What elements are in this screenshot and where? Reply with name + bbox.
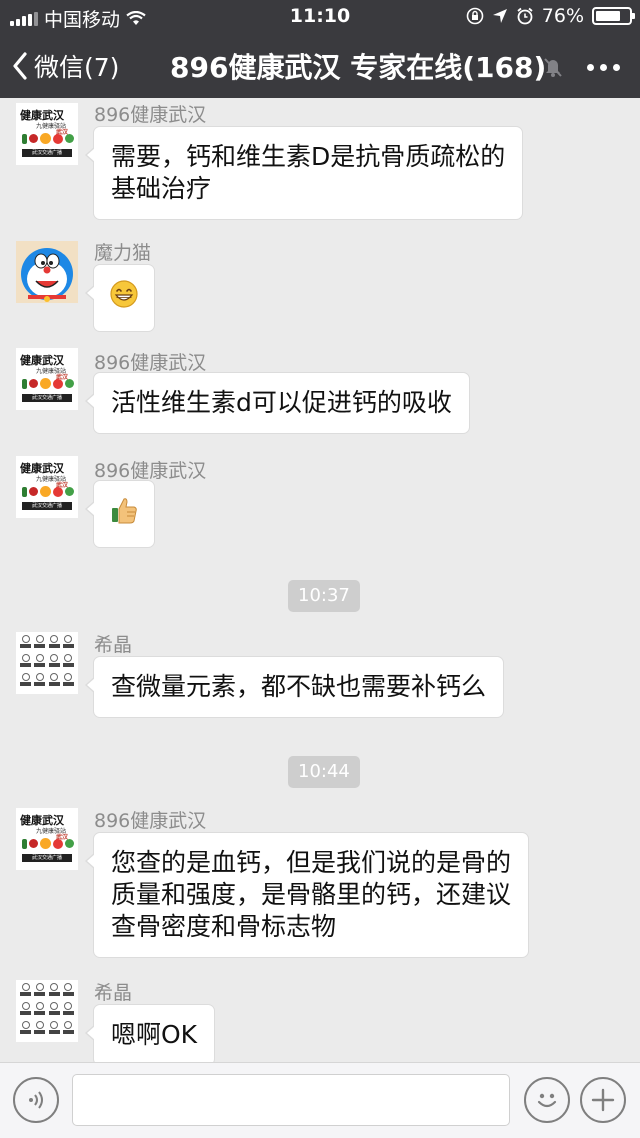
sender-name: 896健康武汉 bbox=[94, 810, 207, 832]
message-line: 您查的是血钙，但是我们说的是骨的 bbox=[111, 848, 512, 877]
status-bar: 中国移动 11:10 76% bbox=[0, 0, 640, 34]
more-button[interactable] bbox=[587, 64, 620, 71]
avatar[interactable]: 健康武汉 九健康驿站 武汉 武汉交通广播 bbox=[16, 103, 78, 165]
plus-icon bbox=[591, 1088, 615, 1112]
battery-percent: 76% bbox=[541, 5, 584, 27]
message-bubble[interactable]: 活性维生素d可以促进钙的吸收 bbox=[85, 372, 470, 434]
message-line: 需要，钙和维生素D是抗骨质疏松的 bbox=[111, 142, 506, 171]
emoji-icon bbox=[537, 1093, 557, 1108]
mute-bell-icon bbox=[544, 58, 562, 77]
message-bubble[interactable] bbox=[85, 480, 155, 548]
message-line: 查骨密度和骨标志物 bbox=[111, 912, 337, 941]
add-button[interactable] bbox=[580, 1077, 626, 1123]
status-right: 76% bbox=[466, 5, 635, 27]
input-bar bbox=[0, 1062, 640, 1138]
message-bubble[interactable]: 需要，钙和维生素D是抗骨质疏松的 基础治疗 bbox=[84, 126, 524, 220]
rotation-lock-icon bbox=[466, 7, 484, 25]
message-bubble[interactable]: 您查的是血钙，但是我们说的是骨的 质量和强度，是骨骼里的钙，还建议 查骨密度和骨… bbox=[84, 832, 530, 958]
alarm-icon bbox=[517, 7, 533, 25]
sender-name: 896健康武汉 bbox=[94, 460, 207, 482]
thumbs-up-emoji-icon bbox=[112, 498, 137, 524]
location-icon bbox=[492, 9, 507, 23]
avatar[interactable] bbox=[16, 980, 78, 1042]
message-line: 基础治疗 bbox=[111, 174, 212, 203]
battery-icon bbox=[592, 7, 635, 25]
avatar[interactable] bbox=[16, 241, 78, 303]
message-input[interactable] bbox=[72, 1074, 510, 1126]
message-bubble[interactable]: 嗯啊OK bbox=[84, 1004, 216, 1062]
battery-fill bbox=[596, 11, 621, 21]
nav-bar: 微信(7) 896健康武汉 专家在线(168) bbox=[0, 34, 640, 98]
back-label: 微信(7) bbox=[34, 53, 120, 82]
chevron-left-icon bbox=[13, 52, 27, 80]
back-button[interactable]: 微信(7) bbox=[12, 48, 119, 84]
grin-emoji-icon bbox=[110, 280, 138, 308]
doraemon-icon bbox=[16, 241, 78, 303]
time-divider: 10:44 bbox=[288, 756, 360, 788]
sender-name: 希晶 bbox=[94, 634, 133, 656]
voice-icon bbox=[29, 1091, 43, 1109]
avatar[interactable]: 健康武汉 九健康驿站 武汉 武汉交通广播 bbox=[16, 456, 78, 518]
message-line: 查微量元素，都不缺也需要补钙么 bbox=[111, 672, 487, 701]
sender-name: 896健康武汉 bbox=[94, 104, 207, 126]
emoji-button[interactable] bbox=[524, 1077, 570, 1123]
chat-title: 896健康武汉 专家在线(168) bbox=[170, 51, 547, 84]
avatar[interactable] bbox=[16, 632, 78, 694]
sender-name: 896健康武汉 bbox=[94, 352, 207, 374]
time-divider: 10:37 bbox=[288, 580, 360, 612]
avatar[interactable]: 健康武汉 九健康驿站 武汉 武汉交通广播 bbox=[16, 808, 78, 870]
more-icon bbox=[587, 64, 594, 71]
message-line: 质量和强度，是骨骼里的钙，还建议 bbox=[111, 880, 512, 909]
voice-button[interactable] bbox=[13, 1077, 59, 1123]
avatar[interactable]: 健康武汉 九健康驿站 武汉 武汉交通广播 bbox=[16, 348, 78, 410]
message-bubble[interactable] bbox=[85, 264, 155, 332]
message-bubble[interactable]: 查微量元素，都不缺也需要补钙么 bbox=[84, 656, 505, 718]
sender-name: 希晶 bbox=[94, 982, 133, 1004]
chat-area[interactable]: 健康武汉 九健康驿站 武汉 武汉交通广播 896健康武汉 需要，钙和维生素D是抗… bbox=[0, 98, 640, 1062]
message-line: 嗯啊OK bbox=[111, 1020, 198, 1049]
sender-name: 魔力猫 bbox=[94, 242, 152, 264]
message-line: 活性维生素d可以促进钙的吸收 bbox=[111, 388, 452, 417]
